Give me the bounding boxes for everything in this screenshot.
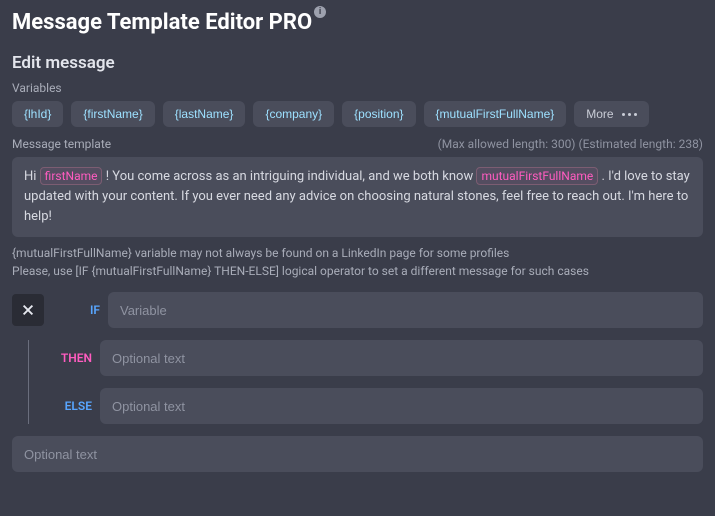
message-template-box[interactable]: Hi firstName ! You come across as an int… [12,157,703,237]
indent-line [28,340,29,424]
more-label: More [586,107,613,121]
variable-chip-more[interactable]: More [574,101,648,127]
message-template-label: Message template [12,137,111,151]
variable-chips: {lhId} {firstName} {lastName} {company} … [12,101,703,127]
page-title: Message Template Editor PRO [12,10,312,35]
edit-message-heading: Edit message [12,53,703,73]
info-icon[interactable]: i [314,6,326,18]
template-length-meta: (Max allowed length: 300) (Estimated len… [438,137,703,151]
inline-variable-firstname[interactable]: firstName [40,167,103,185]
variable-chip-position[interactable]: {position} [342,101,415,127]
ellipsis-icon [622,113,637,116]
template-text: Hi [24,169,40,184]
inline-variable-mutualfirstfullname[interactable]: mutualFirstFullName [476,167,598,185]
remove-condition-button[interactable] [12,294,44,326]
template-text: ! You come across as an intriguing indiv… [106,169,477,184]
variable-chip-lhid[interactable]: {lhId} [12,101,63,127]
else-text-input[interactable] [100,388,703,424]
then-text-input[interactable] [100,340,703,376]
note-line-1: {mutualFirstFullName} variable may not a… [12,245,703,262]
template-notes: {mutualFirstFullName} variable may not a… [12,245,703,280]
note-line-2: Please, use [IF {mutualFirstFullName} TH… [12,263,703,280]
if-variable-input[interactable] [108,292,703,328]
if-keyword: IF [52,303,100,317]
variable-chip-mutualfirstfullname[interactable]: {mutualFirstFullName} [424,101,567,127]
variables-label: Variables [12,81,703,95]
variable-chip-lastname[interactable]: {lastName} [163,101,246,127]
variable-chip-company[interactable]: {company} [253,101,334,127]
variable-chip-firstname[interactable]: {firstName} [71,101,154,127]
else-keyword: ELSE [44,399,92,413]
close-icon [21,303,35,317]
trailing-text-input[interactable] [12,436,703,472]
then-keyword: THEN [44,351,92,365]
if-then-else-block: IF THEN ELSE [12,292,703,424]
